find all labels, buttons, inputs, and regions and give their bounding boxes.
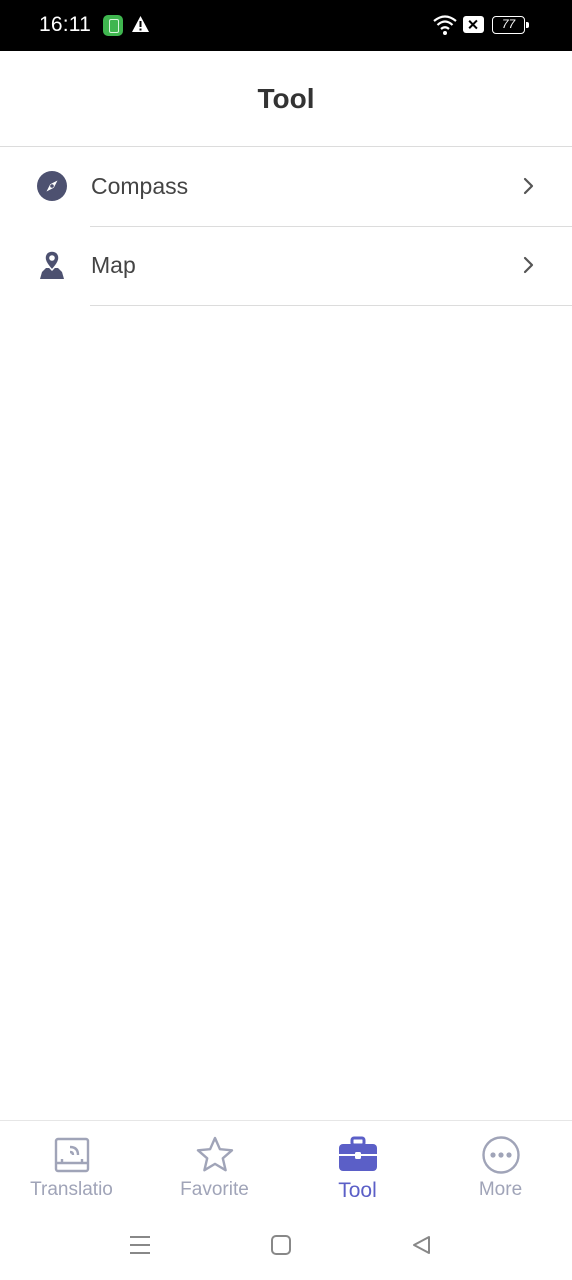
battery-icon: 77 xyxy=(492,16,529,34)
tab-tool[interactable]: Tool xyxy=(286,1121,429,1211)
status-time: 16:11 xyxy=(39,13,91,36)
tab-label: More xyxy=(478,1179,523,1200)
tab-label: Translatio xyxy=(30,1179,113,1200)
list-item-label: Compass xyxy=(91,173,189,199)
wifi-icon xyxy=(433,15,457,35)
toolbox-icon xyxy=(338,1136,377,1171)
tab-label: Tool xyxy=(338,1179,377,1202)
page-title: Tool xyxy=(257,83,315,114)
app-notification-icon xyxy=(103,15,123,36)
star-icon xyxy=(196,1136,233,1172)
mute-icon xyxy=(463,16,484,33)
home-icon[interactable] xyxy=(270,1234,292,1256)
map-pin-icon xyxy=(40,250,64,279)
bottom-tab-bar: Translatio Favorite Tool More xyxy=(0,1120,572,1210)
list-item-compass[interactable]: Compass xyxy=(0,148,572,227)
app-header: Tool xyxy=(0,51,572,147)
tab-more[interactable]: More xyxy=(429,1121,572,1211)
back-icon[interactable] xyxy=(410,1234,432,1256)
tab-translation[interactable]: Translatio xyxy=(0,1121,143,1211)
menu-icon[interactable] xyxy=(128,1234,152,1256)
warning-icon xyxy=(132,16,149,32)
more-icon xyxy=(481,1136,520,1174)
chevron-right-icon xyxy=(523,256,534,274)
tab-favorite[interactable]: Favorite xyxy=(143,1121,286,1211)
list-item-map[interactable]: Map xyxy=(0,227,572,306)
chevron-right-icon xyxy=(523,177,534,195)
tab-label: Favorite xyxy=(180,1179,249,1200)
compass-icon xyxy=(37,171,67,201)
list-item-label: Map xyxy=(91,252,136,278)
tool-list: Compass Map xyxy=(0,148,572,306)
divider xyxy=(90,305,572,306)
translation-icon xyxy=(54,1137,89,1173)
system-nav-bar xyxy=(0,1210,572,1280)
battery-level: 77 xyxy=(501,17,516,31)
status-bar: 16:11 77 xyxy=(0,0,572,51)
